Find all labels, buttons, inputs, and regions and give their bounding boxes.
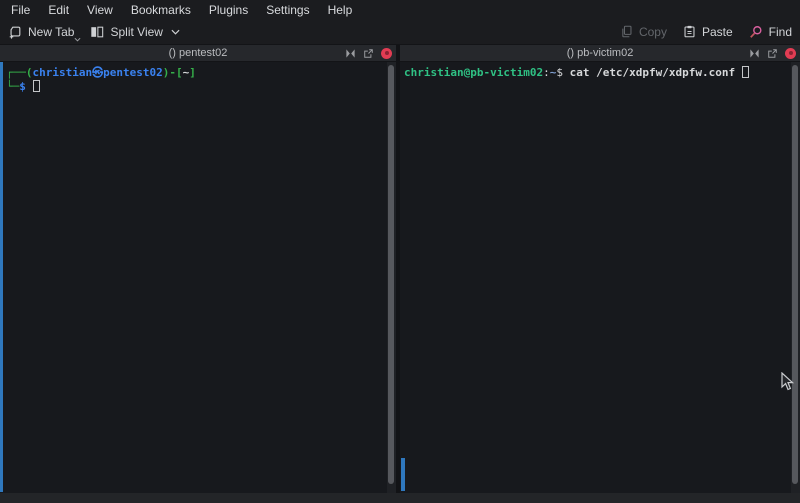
paste-button[interactable]: Paste (683, 25, 733, 39)
new-tab-button[interactable]: New Tab (8, 25, 74, 39)
copy-label: Copy (639, 25, 667, 39)
menu-help[interactable]: Help (319, 1, 362, 19)
new-tab-dropdown-caret[interactable] (74, 37, 81, 42)
new-tab-label: New Tab (28, 25, 74, 39)
pane-pb-victim02: () pb-victim02 (400, 45, 800, 493)
split-container: () pentest02 (0, 44, 800, 493)
pane-actions (749, 45, 796, 61)
terminal-pb-victim02[interactable]: christian@pb-victim02:~$ cat /etc/xdpfw/… (400, 62, 800, 493)
terminal-text: ┌──(christian㉿pentest02)-[~]└─$ (0, 62, 396, 94)
terminal-pentest02[interactable]: ┌──(christian㉿pentest02)-[~]└─$ (0, 62, 396, 493)
terminal-text: christian@pb-victim02:~$ cat /etc/xdpfw/… (400, 62, 800, 80)
pane-title: () pb-victim02 (400, 47, 800, 59)
pane-title: () pentest02 (0, 47, 396, 59)
copy-icon (620, 25, 633, 38)
terminal-cursor (33, 80, 40, 92)
split-view-label: Split View (110, 25, 162, 39)
find-label: Find (769, 25, 792, 39)
menu-plugins[interactable]: Plugins (200, 1, 257, 19)
find-button[interactable]: Find (749, 25, 792, 39)
close-split-button[interactable] (381, 48, 392, 59)
scrollbar-right-pane[interactable] (791, 62, 800, 493)
new-output-highlight-bar (0, 62, 3, 492)
menu-bookmarks[interactable]: Bookmarks (122, 1, 200, 19)
menu-file[interactable]: File (2, 1, 39, 19)
maximize-split-icon[interactable] (345, 48, 356, 59)
new-output-highlight-bar (401, 458, 405, 491)
close-split-button[interactable] (785, 48, 796, 59)
scrollbar-left-pane[interactable] (387, 62, 396, 493)
menu-settings[interactable]: Settings (257, 1, 318, 19)
pane-header-pentest02[interactable]: () pentest02 (0, 45, 396, 62)
detach-tab-icon[interactable] (767, 48, 778, 59)
menu-edit[interactable]: Edit (39, 1, 78, 19)
copy-button[interactable]: Copy (620, 25, 667, 39)
detach-tab-icon[interactable] (363, 48, 374, 59)
chevron-down-icon (171, 29, 180, 35)
pane-pentest02: () pentest02 (0, 45, 396, 493)
toolbar-left: New Tab Split View (8, 25, 180, 39)
konsole-window: File Edit View Bookmarks Plugins Setting… (0, 0, 800, 503)
maximize-split-icon[interactable] (749, 48, 760, 59)
terminal-cursor (742, 66, 749, 78)
pane-header-pb-victim02[interactable]: () pb-victim02 (400, 45, 800, 62)
pane-actions (345, 45, 392, 61)
tab-new-icon (8, 25, 22, 39)
mouse-cursor (781, 372, 794, 396)
paste-icon (683, 25, 696, 38)
toolbar: New Tab Split View (0, 19, 800, 44)
paste-label: Paste (702, 25, 733, 39)
window-bottom-edge (0, 493, 800, 503)
toolbar-right: Copy Paste (620, 25, 792, 39)
menu-view[interactable]: View (78, 1, 122, 19)
find-icon (749, 25, 763, 39)
menu-bar: File Edit View Bookmarks Plugins Setting… (0, 0, 800, 19)
split-view-button[interactable]: Split View (90, 25, 179, 39)
split-view-icon (90, 25, 104, 39)
